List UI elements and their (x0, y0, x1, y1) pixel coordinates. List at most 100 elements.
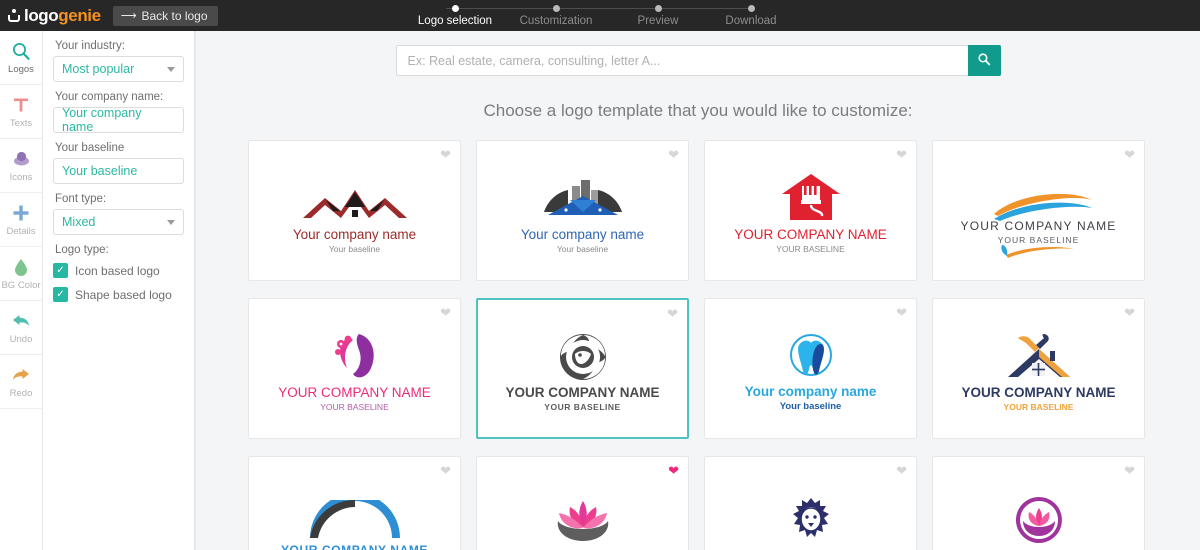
logo-type-label: Logo type: (55, 244, 109, 256)
industry-value: Most popular (62, 62, 135, 76)
checkbox-label: Icon based logo (75, 263, 160, 278)
search-icon (11, 40, 31, 62)
favorite-heart-icon[interactable]: ❤ (896, 464, 907, 477)
favorite-heart-icon[interactable]: ❤ (1124, 464, 1135, 477)
logo-artwork-city-roof (528, 168, 638, 224)
back-to-logo-button[interactable]: ⟶ Back to logo (112, 5, 218, 26)
plus-icon (12, 202, 30, 224)
favorite-heart-icon[interactable]: ❤ (440, 306, 451, 319)
shapes-icon (12, 148, 31, 170)
rail-label: Undo (9, 334, 33, 345)
logo-baseline: Your baseline (779, 401, 842, 412)
redo-arrow-icon (11, 364, 31, 386)
step-logo-selection[interactable]: Logo selection (400, 0, 510, 27)
favorite-heart-icon[interactable]: ❤ (668, 464, 679, 477)
logo-artwork-lotus-hands (550, 489, 616, 545)
step-bullet-icon (654, 5, 662, 12)
step-download[interactable]: Download (696, 0, 806, 27)
step-label: Logo selection (417, 15, 493, 27)
checkbox-icon-based-logo[interactable]: ✓ Icon based logo (53, 263, 184, 278)
rail-label: Redo (9, 388, 33, 399)
baseline-label: Your baseline (55, 142, 125, 154)
step-customization[interactable]: Customization (501, 0, 611, 27)
brand-logo[interactable]: logogenie (8, 6, 101, 26)
company-name-label: Your company name: (55, 91, 164, 103)
favorite-heart-icon[interactable]: ❤ (896, 148, 907, 161)
logogenie-cup-icon (8, 8, 21, 23)
search-button[interactable] (967, 45, 1001, 76)
baseline-input[interactable]: Your baseline (53, 158, 184, 184)
favorite-heart-icon[interactable]: ❤ (896, 306, 907, 319)
droplet-icon (13, 256, 29, 278)
search-icon (977, 52, 991, 69)
chevron-down-icon (167, 66, 175, 72)
baseline-value: Your baseline (62, 164, 138, 178)
logo-artwork-roof-tools (1002, 326, 1076, 382)
logo-company-name: Your company name (744, 384, 877, 399)
step-bullet-icon (552, 5, 560, 12)
rail-item-bg-color[interactable]: BG Color (0, 247, 42, 301)
logo-card[interactable]: ❤ YOUR COMPANY NAME YOUR BASELINE (704, 140, 917, 281)
logo-card[interactable]: ❤ YOUR COMPANY NAME YOUR BASELINE (932, 140, 1145, 281)
rail-label: Texts (9, 118, 33, 129)
company-name-value: Your company name (62, 106, 142, 134)
logo-card[interactable]: ❤ YOUR COMPANY NAME YOUR BASELINE (248, 456, 461, 550)
favorite-heart-icon[interactable]: ❤ (668, 148, 679, 161)
rail-item-undo[interactable]: Undo (0, 301, 42, 355)
brand-name-part2: genie (58, 5, 101, 25)
checkbox-label: Shape based logo (75, 287, 172, 302)
logo-card[interactable]: ❤ Your company name (932, 456, 1145, 550)
text-t-icon (12, 94, 30, 116)
logo-card[interactable]: ❤ YOUR COMPANY NAME YOUR BASELINE (932, 298, 1145, 439)
logo-baseline: YOUR BASELINE (776, 243, 845, 254)
logo-company-name: YOUR COMPANY NAME (505, 384, 660, 400)
logo-company-name: Your company name (292, 226, 417, 242)
favorite-heart-icon[interactable]: ❤ (1124, 306, 1135, 319)
logo-company-name: YOUR COMPANY NAME (280, 543, 429, 550)
rail-label: BG Color (1, 280, 41, 291)
logo-card[interactable]: ❤ Your company name Your baseline (248, 140, 461, 281)
font-type-select[interactable]: Mixed (53, 209, 184, 235)
font-type-label: Font type: (55, 193, 107, 205)
favorite-heart-icon[interactable]: ❤ (440, 148, 451, 161)
rail-label: Logos (8, 64, 34, 75)
rail-item-texts[interactable]: Texts (0, 85, 42, 139)
logo-card[interactable]: ❤ YOUR COMPANY NAME YOUR BASELINE (248, 298, 461, 439)
progress-steps: Logo selection Customization Preview Dow… (400, 0, 800, 31)
logo-baseline: YOUR BASELINE (1003, 401, 1074, 412)
search-input[interactable] (395, 45, 968, 76)
industry-label: Your industry: (55, 40, 125, 52)
logo-card[interactable]: ❤ Your company name Your baseline (476, 140, 689, 281)
rail-item-logos[interactable]: Logos (0, 31, 42, 85)
check-icon: ✓ (53, 287, 68, 302)
logo-baseline: YOUR BASELINE (544, 401, 621, 412)
rail-item-details[interactable]: Details (0, 193, 42, 247)
main-content: Choose a logo template that you would li… (196, 31, 1200, 550)
search-box (395, 45, 1001, 76)
undo-arrow-icon (11, 310, 31, 332)
rail-item-icons[interactable]: Icons (0, 139, 42, 193)
search-area (196, 31, 1200, 76)
rail-item-redo[interactable]: Redo (0, 355, 42, 409)
top-bar: logogenie ⟶ Back to logo Logo selection … (0, 0, 1200, 31)
logo-card[interactable]: ❤ Your company name Your baseline (704, 298, 917, 439)
industry-select[interactable]: Most popular (53, 56, 184, 82)
options-panel: Your industry: Most popular Your company… (43, 31, 195, 550)
logo-template-grid: ❤ Your company name Your baseline ❤ Your… (248, 140, 1158, 550)
logo-card[interactable]: ❤ Your company name (704, 456, 917, 550)
favorite-heart-icon[interactable]: ❤ (667, 307, 678, 320)
logo-card-selected[interactable]: ❤ YOUR COMPANY NAME YOUR BASELINE (476, 298, 689, 439)
step-label: Customization (519, 15, 593, 27)
logo-artwork-tooth-circle (785, 325, 837, 381)
logo-card[interactable]: ❤ YOUR COMPANY NAME (476, 456, 689, 550)
logo-artwork-lion-head (786, 489, 836, 545)
logo-company-name: YOUR COMPANY NAME (734, 226, 887, 242)
logo-company-name: YOUR COMPANY NAME (961, 384, 1116, 400)
step-bullet-icon (451, 5, 459, 12)
favorite-heart-icon[interactable]: ❤ (440, 464, 451, 477)
company-name-input[interactable]: Your company name (53, 106, 184, 134)
checkbox-shape-based-logo[interactable]: ✓ Shape based logo (53, 287, 184, 302)
favorite-heart-icon[interactable]: ❤ (1124, 148, 1135, 161)
logo-company-name: YOUR COMPANY NAME (278, 384, 431, 400)
page-title: Choose a logo template that you would li… (483, 101, 913, 120)
